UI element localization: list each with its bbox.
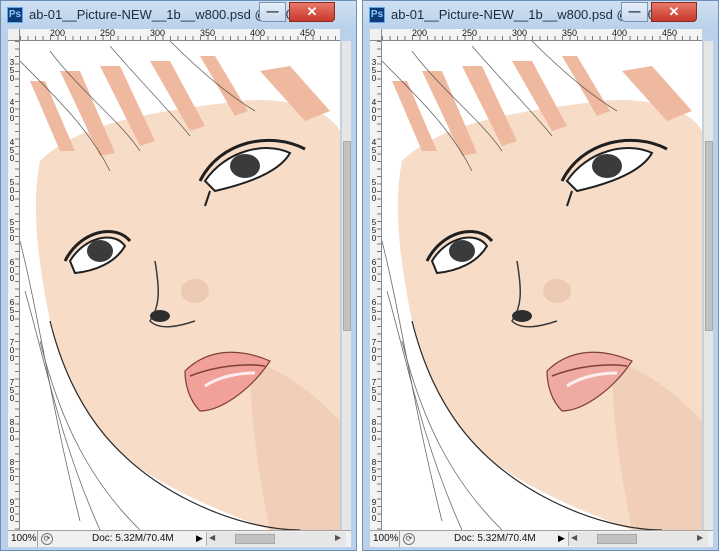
ruler-label: 350 — [562, 29, 578, 38]
info-icon[interactable]: ⟳ — [403, 533, 415, 545]
document-size: Doc: 5.32M/70.4M — [454, 533, 536, 544]
status-bar: 100% ⟳ Doc: 5.32M/70.4M ▶ ◀ ▶ — [8, 530, 351, 547]
ruler-label: 500 — [9, 178, 15, 203]
ruler-label: 400 — [250, 29, 266, 38]
ruler-label: 750 — [9, 378, 15, 403]
horizontal-scrollbar[interactable]: ◀ ▶ — [206, 532, 346, 546]
ruler-label: 600 — [9, 258, 15, 283]
scroll-thumb[interactable] — [235, 534, 275, 544]
zoom-field[interactable]: 100% — [370, 531, 400, 547]
status-bar: 100% ⟳ Doc: 5.32M/70.4M ▶ ◀ ▶ — [370, 530, 713, 547]
ruler-label: 600 — [371, 258, 377, 283]
status-menu-arrow-icon[interactable]: ▶ — [196, 533, 203, 544]
ruler-label: 850 — [9, 458, 15, 483]
minimize-button[interactable]: — — [259, 2, 286, 22]
horizontal-ruler[interactable]: 200 250 300 350 400 450 — [20, 29, 340, 41]
ruler-label: 900 — [371, 498, 377, 523]
vertical-ruler[interactable]: 350 400 450 500 550 600 650 700 750 800 … — [8, 41, 20, 530]
title-bar[interactable]: Ps ab-01__Picture-NEW__1b__w800.psd @ 10… — [363, 1, 718, 29]
ruler-label: 350 — [9, 58, 15, 83]
ruler-label: 300 — [150, 29, 166, 38]
ruler-label: 450 — [662, 29, 678, 38]
ruler-label: 650 — [9, 298, 15, 323]
ruler-label: 500 — [371, 178, 377, 203]
ruler-label: 300 — [512, 29, 528, 38]
ruler-label: 650 — [371, 298, 377, 323]
ruler-label: 700 — [9, 338, 15, 363]
ruler-label: 900 — [9, 498, 15, 523]
ruler-label: 550 — [371, 218, 377, 243]
document-window-right[interactable]: Ps ab-01__Picture-NEW__1b__w800.psd @ 10… — [362, 0, 719, 551]
scroll-right-icon[interactable]: ▶ — [335, 533, 341, 542]
minimize-button[interactable]: — — [621, 2, 648, 22]
vertical-ruler[interactable]: 350 400 450 500 550 600 650 700 750 800 … — [370, 41, 382, 530]
title-bar[interactable]: Ps ab-01__Picture-NEW__1b__w800.psd @ 10… — [1, 1, 356, 29]
ruler-origin[interactable] — [370, 29, 382, 41]
zoom-field[interactable]: 100% — [8, 531, 38, 547]
close-button[interactable]: ✕ — [289, 2, 335, 22]
vertical-scrollbar[interactable] — [341, 41, 351, 530]
ruler-label: 450 — [9, 138, 15, 163]
ruler-label: 800 — [9, 418, 15, 443]
ruler-label: 250 — [462, 29, 478, 38]
document-size: Doc: 5.32M/70.4M — [92, 533, 174, 544]
scroll-left-icon[interactable]: ◀ — [571, 533, 577, 542]
document-canvas[interactable] — [382, 41, 702, 530]
ruler-label: 450 — [300, 29, 316, 38]
ruler-label: 350 — [371, 58, 377, 83]
ruler-label: 450 — [371, 138, 377, 163]
ruler-label: 400 — [612, 29, 628, 38]
face-illustration — [382, 41, 702, 530]
ruler-label: 850 — [371, 458, 377, 483]
ruler-label: 800 — [371, 418, 377, 443]
photoshop-app-icon: Ps — [7, 7, 23, 23]
photoshop-app-icon: Ps — [369, 7, 385, 23]
info-icon[interactable]: ⟳ — [41, 533, 53, 545]
ruler-origin[interactable] — [8, 29, 20, 41]
horizontal-scrollbar[interactable]: ◀ ▶ — [568, 532, 708, 546]
ruler-label: 400 — [371, 98, 377, 123]
ruler-label: 200 — [412, 29, 428, 38]
close-button[interactable]: ✕ — [651, 2, 697, 22]
face-illustration — [20, 41, 340, 530]
scroll-thumb[interactable] — [343, 141, 351, 331]
scroll-right-icon[interactable]: ▶ — [697, 533, 703, 542]
ruler-label: 350 — [200, 29, 216, 38]
vertical-scrollbar[interactable] — [703, 41, 713, 530]
scroll-thumb[interactable] — [597, 534, 637, 544]
ruler-label: 200 — [50, 29, 66, 38]
scroll-thumb[interactable] — [705, 141, 713, 331]
ruler-label: 550 — [9, 218, 15, 243]
document-canvas[interactable] — [20, 41, 340, 530]
ruler-label: 700 — [371, 338, 377, 363]
ruler-label: 750 — [371, 378, 377, 403]
status-menu-arrow-icon[interactable]: ▶ — [558, 533, 565, 544]
ruler-label: 250 — [100, 29, 116, 38]
document-window-left[interactable]: Ps ab-01__Picture-NEW__1b__w800.psd @ 10… — [0, 0, 357, 551]
scroll-left-icon[interactable]: ◀ — [209, 533, 215, 542]
ruler-label: 400 — [9, 98, 15, 123]
horizontal-ruler[interactable]: 200 250 300 350 400 450 — [382, 29, 702, 41]
